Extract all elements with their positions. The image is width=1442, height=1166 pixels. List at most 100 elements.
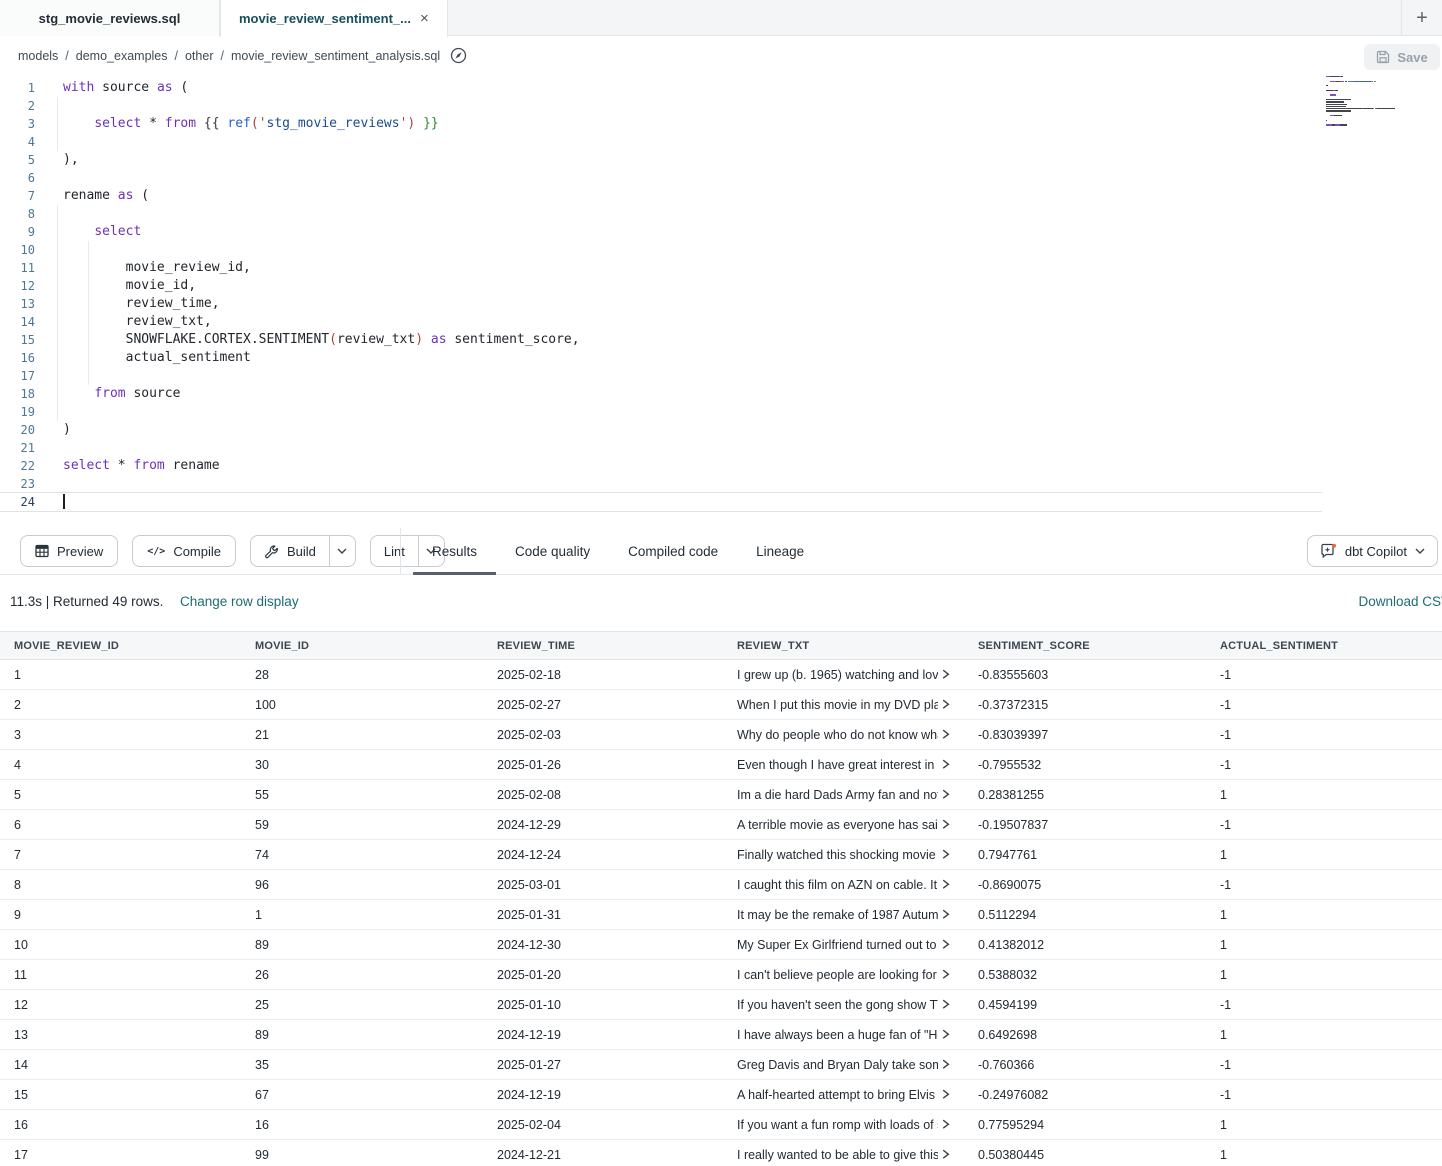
- tab-compiled-code[interactable]: Compiled code: [609, 528, 737, 575]
- code-line-19[interactable]: 19: [0, 403, 1322, 421]
- code-line-14[interactable]: 14 review_txt,: [0, 313, 1322, 331]
- lint-button[interactable]: Lint: [371, 536, 418, 566]
- cell-movie-id: 35: [241, 1050, 483, 1079]
- breadcrumb-segment[interactable]: other: [185, 49, 214, 63]
- code-line-17[interactable]: 17: [0, 367, 1322, 385]
- copilot-chat-icon: [1320, 543, 1337, 559]
- code-line-23[interactable]: 23: [0, 475, 1322, 493]
- code-line-7[interactable]: 7rename as (: [0, 187, 1322, 205]
- column-header-review-time[interactable]: REVIEW_TIME: [483, 632, 723, 659]
- preview-button[interactable]: Preview: [20, 535, 118, 567]
- change-row-display-link[interactable]: Change row display: [180, 594, 299, 609]
- expand-cell-icon[interactable]: [940, 939, 952, 950]
- code-line-6[interactable]: 6: [0, 169, 1322, 187]
- breadcrumb-segment[interactable]: models: [18, 49, 58, 63]
- code-line-3[interactable]: 3 select * from {{ ref('stg_movie_review…: [0, 115, 1322, 133]
- tab-results[interactable]: Results: [413, 528, 496, 575]
- breadcrumb-segment[interactable]: demo_examples: [76, 49, 168, 63]
- sql-code-editor[interactable]: 1with source as (23 select * from {{ ref…: [0, 76, 1442, 528]
- expand-cell-icon[interactable]: [940, 669, 952, 680]
- expand-cell-icon[interactable]: [940, 1089, 952, 1100]
- table-row[interactable]: 14352025-01-27Greg Davis and Bryan Daly …: [0, 1050, 1442, 1080]
- file-tab-stg-movie-reviews-sql[interactable]: stg_movie_reviews.sql: [0, 0, 220, 36]
- code-line-22[interactable]: 22select * from rename: [0, 457, 1322, 475]
- download-csv-link[interactable]: Download CSV: [1358, 594, 1442, 609]
- cell-movie-id: 1: [241, 900, 483, 929]
- table-row[interactable]: 5552025-02-08Im a die hard Dads Army fan…: [0, 780, 1442, 810]
- code-line-16[interactable]: 16 actual_sentiment: [0, 349, 1322, 367]
- column-header-movie-review-id[interactable]: MOVIE_REVIEW_ID: [0, 632, 241, 659]
- close-tab-icon[interactable]: ×: [420, 11, 429, 26]
- code-line-11[interactable]: 11 movie_review_id,: [0, 259, 1322, 277]
- code-line-13[interactable]: 13 review_time,: [0, 295, 1322, 313]
- explore-docs-icon[interactable]: [450, 47, 467, 64]
- cell-movie-review-id: 12: [0, 990, 241, 1019]
- minimap-line: [1326, 99, 1398, 100]
- table-row[interactable]: 3212025-02-03Why do people who do not kn…: [0, 720, 1442, 750]
- code-line-1[interactable]: 1with source as (: [0, 79, 1322, 97]
- tab-lineage[interactable]: Lineage: [737, 528, 823, 575]
- dbt-cloud-ide-window: stg_movie_reviews.sqlmovie_review_sentim…: [0, 0, 1442, 1166]
- table-row[interactable]: 912025-01-31It may be the remake of 1987…: [0, 900, 1442, 930]
- cell-actual-sentiment: 1: [1206, 930, 1442, 959]
- code-line-4[interactable]: 4: [0, 133, 1322, 151]
- new-tab-button[interactable]: +: [1402, 0, 1442, 36]
- table-row[interactable]: 15672024-12-19A half-hearted attempt to …: [0, 1080, 1442, 1110]
- build-dropdown-button[interactable]: [329, 536, 355, 566]
- expand-cell-icon[interactable]: [940, 1119, 952, 1130]
- expand-cell-icon[interactable]: [940, 999, 952, 1010]
- code-line-5[interactable]: 5),: [0, 151, 1322, 169]
- table-row[interactable]: 1282025-02-18I grew up (b. 1965) watchin…: [0, 660, 1442, 690]
- expand-cell-icon[interactable]: [940, 819, 952, 830]
- file-tab-movie-review-sentiment[interactable]: movie_review_sentiment_...×: [220, 0, 448, 37]
- expand-cell-icon[interactable]: [940, 909, 952, 920]
- table-row[interactable]: 16162025-02-04If you want a fun romp wit…: [0, 1110, 1442, 1140]
- table-row[interactable]: 10892024-12-30My Super Ex Girlfriend tur…: [0, 930, 1442, 960]
- editor-minimap[interactable]: [1326, 76, 1398, 131]
- expand-cell-icon[interactable]: [940, 729, 952, 740]
- code-line-12[interactable]: 12 movie_id,: [0, 277, 1322, 295]
- table-row[interactable]: 21002025-02-27When I put this movie in m…: [0, 690, 1442, 720]
- code-line-24[interactable]: 24: [0, 493, 1322, 511]
- cell-review-time: 2025-02-08: [483, 780, 723, 809]
- review-text: I caught this film on AZN on cable. It s…: [737, 878, 938, 892]
- table-row[interactable]: 11262025-01-20I can't believe people are…: [0, 960, 1442, 990]
- dbt-copilot-button[interactable]: dbt Copilot: [1307, 535, 1438, 567]
- expand-cell-icon[interactable]: [940, 759, 952, 770]
- code-line-20[interactable]: 20): [0, 421, 1322, 439]
- table-row[interactable]: 6592024-12-29A terrible movie as everyon…: [0, 810, 1442, 840]
- tab-code-quality[interactable]: Code quality: [496, 528, 609, 575]
- compile-button[interactable]: </> Compile: [132, 535, 236, 567]
- code-line-21[interactable]: 21: [0, 439, 1322, 457]
- expand-cell-icon[interactable]: [940, 969, 952, 980]
- code-line-9[interactable]: 9 select: [0, 223, 1322, 241]
- code-line-2[interactable]: 2: [0, 97, 1322, 115]
- code-line-10[interactable]: 10: [0, 241, 1322, 259]
- expand-cell-icon[interactable]: [940, 879, 952, 890]
- expand-cell-icon[interactable]: [940, 699, 952, 710]
- breadcrumb-segment[interactable]: movie_review_sentiment_analysis.sql: [231, 49, 440, 63]
- code-line-8[interactable]: 8: [0, 205, 1322, 223]
- column-header-sentiment-score[interactable]: SENTIMENT_SCORE: [964, 632, 1206, 659]
- cell-actual-sentiment: -1: [1206, 990, 1442, 1019]
- code-line-18[interactable]: 18 from source: [0, 385, 1322, 403]
- code-line-15[interactable]: 15 SNOWFLAKE.CORTEX.SENTIMENT(review_txt…: [0, 331, 1322, 349]
- expand-cell-icon[interactable]: [940, 849, 952, 860]
- table-row[interactable]: 7742024-12-24Finally watched this shocki…: [0, 840, 1442, 870]
- indent-guide: [57, 133, 58, 151]
- expand-cell-icon[interactable]: [940, 789, 952, 800]
- table-row[interactable]: 12252025-01-10If you haven't seen the go…: [0, 990, 1442, 1020]
- build-button[interactable]: Build: [251, 536, 329, 566]
- column-header-movie-id[interactable]: MOVIE_ID: [241, 632, 483, 659]
- minimap-line: [1326, 97, 1398, 98]
- column-header-review-txt[interactable]: REVIEW_TXT: [723, 632, 964, 659]
- table-row[interactable]: 17992024-12-21I really wanted to be able…: [0, 1140, 1442, 1166]
- expand-cell-icon[interactable]: [940, 1029, 952, 1040]
- expand-cell-icon[interactable]: [940, 1059, 952, 1070]
- table-row[interactable]: 8962025-03-01I caught this film on AZN o…: [0, 870, 1442, 900]
- table-row[interactable]: 4302025-01-26Even though I have great in…: [0, 750, 1442, 780]
- expand-cell-icon[interactable]: [940, 1149, 952, 1160]
- column-header-actual-sentiment[interactable]: ACTUAL_SENTIMENT: [1206, 632, 1442, 659]
- save-button[interactable]: Save: [1364, 44, 1440, 70]
- table-row[interactable]: 13892024-12-19I have always been a huge …: [0, 1020, 1442, 1050]
